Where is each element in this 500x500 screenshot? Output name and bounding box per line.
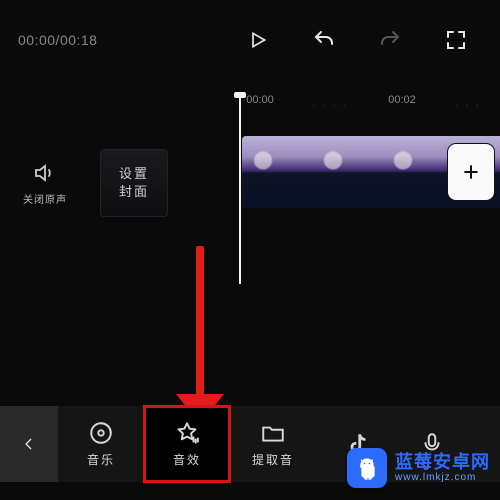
undo-button[interactable] <box>298 14 350 66</box>
tool-music[interactable]: 音乐 <box>58 406 144 482</box>
ruler-tick-1: 00:02 <box>388 94 416 106</box>
top-toolbar: 00:00/00:18 <box>0 0 500 80</box>
fullscreen-button[interactable] <box>430 14 482 66</box>
folder-icon <box>260 420 286 446</box>
redo-button[interactable] <box>364 14 416 66</box>
chevron-left-icon <box>22 433 36 455</box>
ruler-tick-0: 00:00 <box>246 94 274 106</box>
watermark-url: www.lmkjz.com <box>395 472 490 483</box>
speaker-icon <box>33 161 57 185</box>
timeline-ruler: 00:00 · · · · 00:02 · · · <box>0 94 500 116</box>
ruler-dots: · · · · <box>312 100 348 111</box>
watermark-badge <box>347 448 387 488</box>
plus-icon <box>461 162 481 182</box>
cover-line2: 封面 <box>119 183 149 201</box>
tool-music-label: 音乐 <box>87 451 115 468</box>
set-cover-button[interactable]: 设置 封面 <box>100 149 168 217</box>
clip-thumbnail <box>382 136 452 208</box>
tool-sfx-label: 音效 <box>173 451 201 468</box>
ruler-dots-2: · · · <box>455 100 481 111</box>
tool-extract-label: 提取音 <box>252 451 294 468</box>
tool-extract-audio[interactable]: 提取音 <box>230 406 316 482</box>
android-icon <box>355 456 379 480</box>
timecode-display: 00:00/00:18 <box>18 32 97 48</box>
mute-label: 关闭原声 <box>23 191 67 206</box>
watermark: 蓝莓安卓网 www.lmkjz.com <box>347 448 490 488</box>
clip-thumbnail <box>312 136 382 208</box>
video-editor-screen: { "timecode": { "current": "00:00", "tot… <box>0 0 500 500</box>
tool-sound-effects[interactable]: 音效 <box>144 406 230 482</box>
mute-original-audio-button[interactable]: 关闭原声 <box>0 161 90 206</box>
timecode-total: 00:18 <box>60 32 98 48</box>
timecode-current: 00:00 <box>18 32 56 48</box>
watermark-text: 蓝莓安卓网 www.lmkjz.com <box>395 453 490 484</box>
watermark-title: 蓝莓安卓网 <box>395 453 490 473</box>
play-button[interactable] <box>232 14 284 66</box>
clip-thumbnail <box>242 136 312 208</box>
star-sfx-icon <box>174 420 200 446</box>
cover-line1: 设置 <box>119 165 149 183</box>
annotation-arrow <box>196 246 204 402</box>
music-disc-icon <box>88 420 114 446</box>
add-clip-button[interactable] <box>448 144 494 200</box>
back-button[interactable] <box>0 406 58 482</box>
